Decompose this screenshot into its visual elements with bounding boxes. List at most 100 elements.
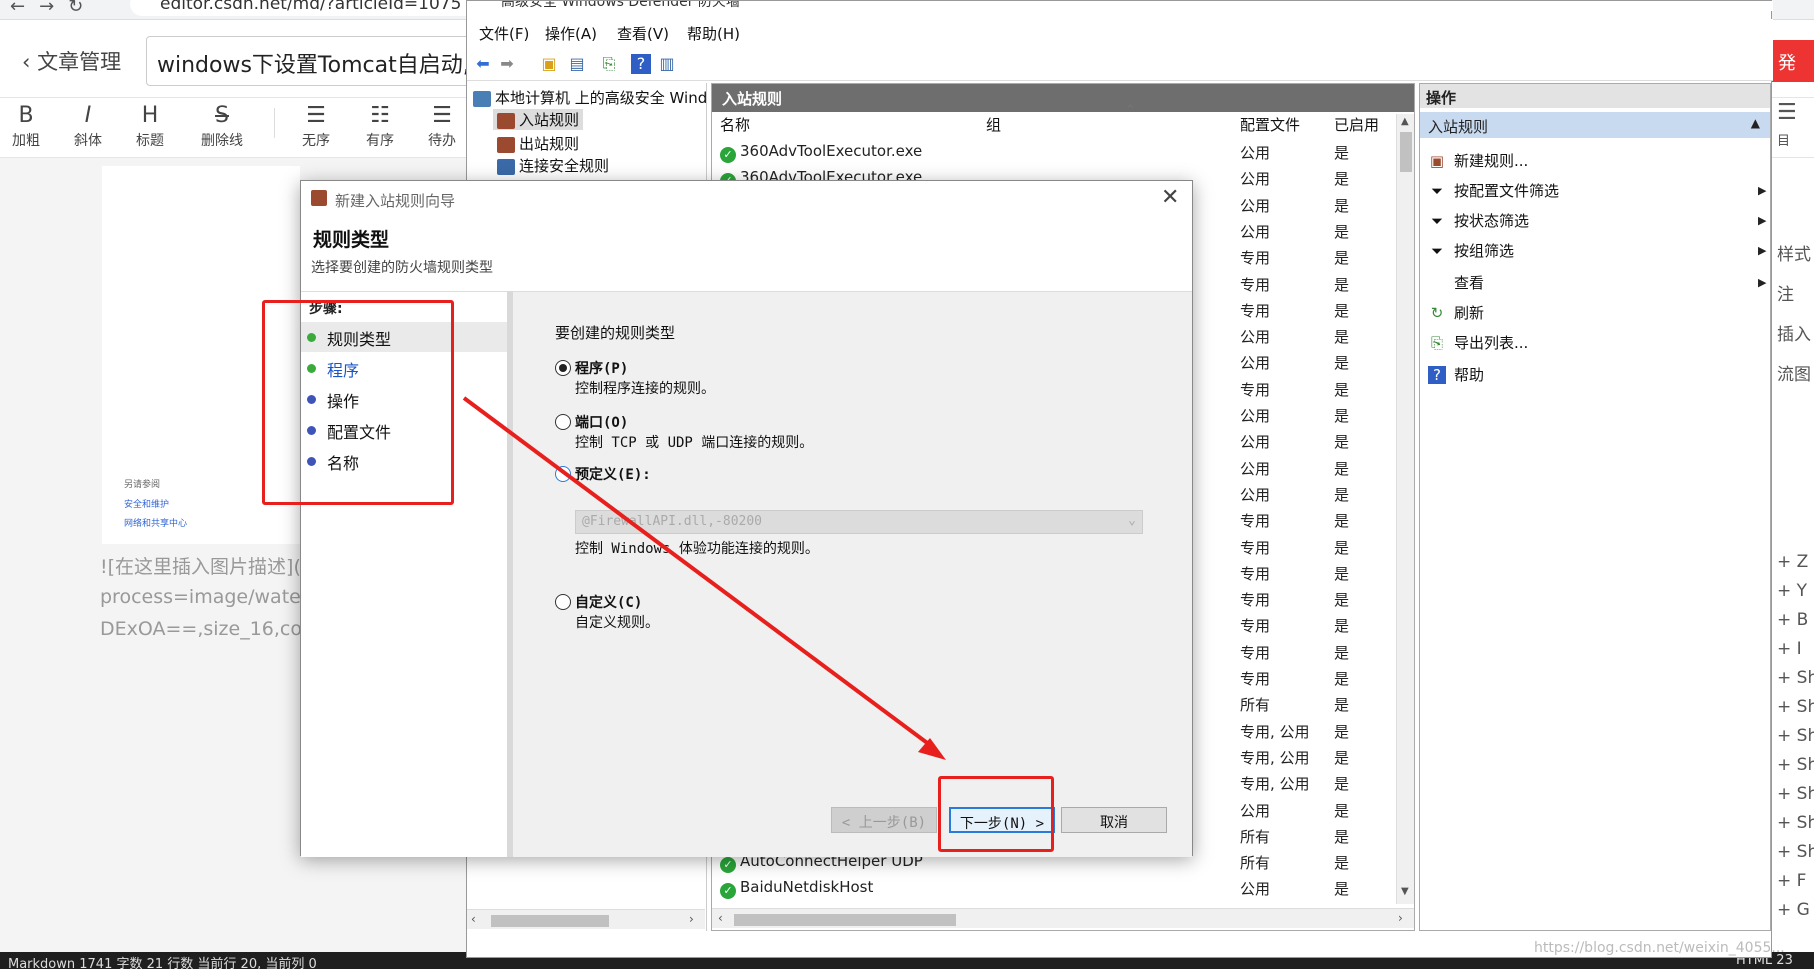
show-hide-tree-icon[interactable]: ▤ (567, 54, 587, 74)
filter-icon: ⏷ (1430, 242, 1443, 260)
todo-tool[interactable]: ☰ 待办 (416, 102, 468, 150)
rule-enabled: 是 (1334, 485, 1350, 504)
ordered-list-icon: ☷ (370, 103, 390, 128)
rule-profile: 专用 (1240, 512, 1271, 531)
bold-label: 加粗 (12, 133, 40, 149)
option-description: 控制 TCP 或 UDP 端口连接的规则。 (575, 435, 814, 451)
action-filter-group[interactable]: ⏷ 按组筛选 (1428, 240, 1514, 261)
scroll-right-icon[interactable]: › (1398, 911, 1403, 925)
action-label: 新建规则... (1454, 152, 1529, 170)
rule-enabled: 是 (1334, 249, 1350, 268)
tree-item-inbound[interactable]: 入站规则 (493, 109, 584, 130)
shortcut-line: + Z (1777, 552, 1809, 572)
bold-tool[interactable]: B 加粗 (0, 102, 52, 150)
filter-icon: ⏷ (1430, 212, 1443, 230)
directory-icon[interactable]: ☰ (1777, 100, 1797, 125)
style-item[interactable]: 样式 (1777, 240, 1811, 265)
cancel-button[interactable]: 取消 (1061, 807, 1167, 833)
rule-row[interactable]: ✓360AdvToolExecutor.exe 公用 是 (712, 140, 1396, 166)
firewall-icon (311, 190, 327, 206)
window-titlebar: 高级安全 Windows Defender 防火墙 (467, 1, 1773, 11)
scroll-down-icon[interactable]: ▼ (1401, 886, 1409, 897)
italic-tool[interactable]: I 斜体 (62, 102, 114, 150)
chevron-down-icon: ⌄ (1128, 513, 1136, 528)
tree-hscrollbar[interactable]: ‹ › (467, 909, 705, 929)
action-view[interactable]: 查看 (1428, 272, 1484, 293)
radio-port[interactable] (555, 414, 571, 430)
shortcut-line: + I (1777, 639, 1802, 659)
radio-program[interactable] (555, 360, 571, 376)
shortcut-line: + G (1777, 900, 1810, 920)
strikethrough-label: 删除线 (201, 133, 243, 149)
action-export-list[interactable]: ⎘ 导出列表... (1428, 332, 1528, 353)
action-new-rule[interactable]: ▣ 新建规则... (1428, 150, 1528, 171)
insert-item[interactable]: 插入 (1777, 320, 1811, 345)
scroll-up-icon[interactable]: ▲ (1401, 116, 1409, 127)
menu-file[interactable]: 文件(F) (479, 23, 529, 44)
rule-profile: 专用, 公用 (1240, 722, 1310, 741)
shortcut-line: + Shi (1777, 668, 1814, 688)
scroll-thumb[interactable] (734, 914, 956, 926)
shortcut-panel: ☰ 目 样式 注 插入 流图 + Z + Y + B + I + Shi + S… (1770, 100, 1814, 952)
submenu-arrow-icon: ▶ (1758, 244, 1767, 257)
tree-root[interactable]: 本地计算机 上的高级安全 Wind (473, 87, 707, 108)
close-icon[interactable]: ✕ (1161, 185, 1179, 210)
help-icon[interactable]: ? (631, 54, 651, 74)
column-group[interactable]: 组 (986, 114, 1001, 140)
rule-enabled: 是 (1334, 354, 1350, 373)
radio-predefined[interactable] (555, 466, 571, 482)
scroll-thumb[interactable] (1400, 132, 1412, 172)
scroll-left-icon[interactable]: ‹ (471, 912, 476, 926)
previous-button[interactable]: < 上一步(B) (831, 807, 937, 833)
rules-hscrollbar[interactable]: ‹ › (712, 908, 1414, 928)
up-folder-icon[interactable]: ▣ (539, 54, 559, 74)
rule-profile: 专用 (1240, 275, 1271, 294)
action-help[interactable]: ? 帮助 (1428, 364, 1484, 385)
forward-icon[interactable]: ➡ (497, 54, 517, 74)
strikethrough-tool[interactable]: S 删除线 (196, 102, 248, 150)
heading-tool[interactable]: H 标题 (124, 102, 176, 150)
scroll-left-icon[interactable]: ‹ (718, 911, 723, 925)
rule-profile: 公用 (1240, 801, 1271, 820)
export-icon[interactable]: ⎘ (599, 54, 619, 74)
actions-pane: 操作 入站规则 ▲ ▣ 新建规则... ⏷ 按配置文件筛选 ▶ ⏷ 按状态筛选 ▶ ⏷ 按… (1419, 83, 1771, 931)
back-icon[interactable]: ⬅ (473, 54, 493, 74)
action-refresh[interactable]: ↻ 刷新 (1428, 302, 1484, 323)
menu-view[interactable]: 查看(V) (617, 23, 669, 44)
menu-help[interactable]: 帮助(H) (687, 23, 740, 44)
rule-row[interactable]: ✓ BaiduNetdiskHost 公用 是 (712, 876, 1396, 902)
column-profile[interactable]: 配置文件 (1240, 114, 1300, 140)
rule-name-text: BaiduNetdiskHost (740, 878, 874, 897)
predefined-select[interactable]: @FirewallAPI.dll,-80200 ⌄ (575, 510, 1143, 534)
tree-item-connection-security[interactable]: 连接安全规则 (497, 155, 609, 176)
menu-action[interactable]: 操作(A) (545, 23, 597, 44)
browser-nav-icons[interactable]: ←→↻ (10, 0, 97, 17)
action-label: 查看 (1454, 274, 1485, 292)
rule-profile: 专用, 公用 (1240, 775, 1310, 794)
action-pane-icon[interactable]: ▥ (657, 54, 677, 74)
scroll-thumb[interactable] (491, 915, 609, 927)
annotation-next-box (938, 776, 1054, 852)
rule-profile: 公用 (1240, 354, 1271, 373)
scroll-right-icon[interactable]: › (689, 912, 694, 926)
actions-section-inbound[interactable]: 入站规则 ▲ (1420, 112, 1770, 138)
column-enabled[interactable]: 已启用 (1334, 114, 1379, 140)
article-manage-link[interactable]: ‹ 文章管理 (22, 46, 121, 76)
rule-name: ✓ BaiduNetdiskHost (720, 878, 874, 900)
refresh-icon: ↻ (1430, 304, 1444, 322)
radio-custom[interactable] (555, 594, 571, 610)
column-name[interactable]: 名称 (720, 114, 750, 140)
action-filter-state[interactable]: ⏷ 按状态筛选 (1428, 210, 1529, 231)
ordered-list-tool[interactable]: ☷ 有序 (354, 102, 406, 150)
rule-enabled: 是 (1334, 275, 1350, 294)
action-filter-profile[interactable]: ⏷ 按配置文件筛选 (1428, 180, 1559, 201)
address-bar[interactable]: editor.csdn.net/md/?articleId=1075 (130, 0, 490, 16)
toolbar-divider (274, 108, 275, 138)
note-item[interactable]: 注 (1777, 280, 1794, 305)
rule-enabled: 是 (1334, 564, 1350, 583)
flowchart-item[interactable]: 流图 (1777, 360, 1811, 385)
unordered-list-tool[interactable]: ☰ 无序 (290, 102, 342, 150)
tree-item-outbound[interactable]: 出站规则 (497, 133, 579, 154)
collapse-icon[interactable]: ▲ (1751, 116, 1760, 130)
rules-vscrollbar[interactable]: ▲ ▼ (1396, 114, 1414, 904)
